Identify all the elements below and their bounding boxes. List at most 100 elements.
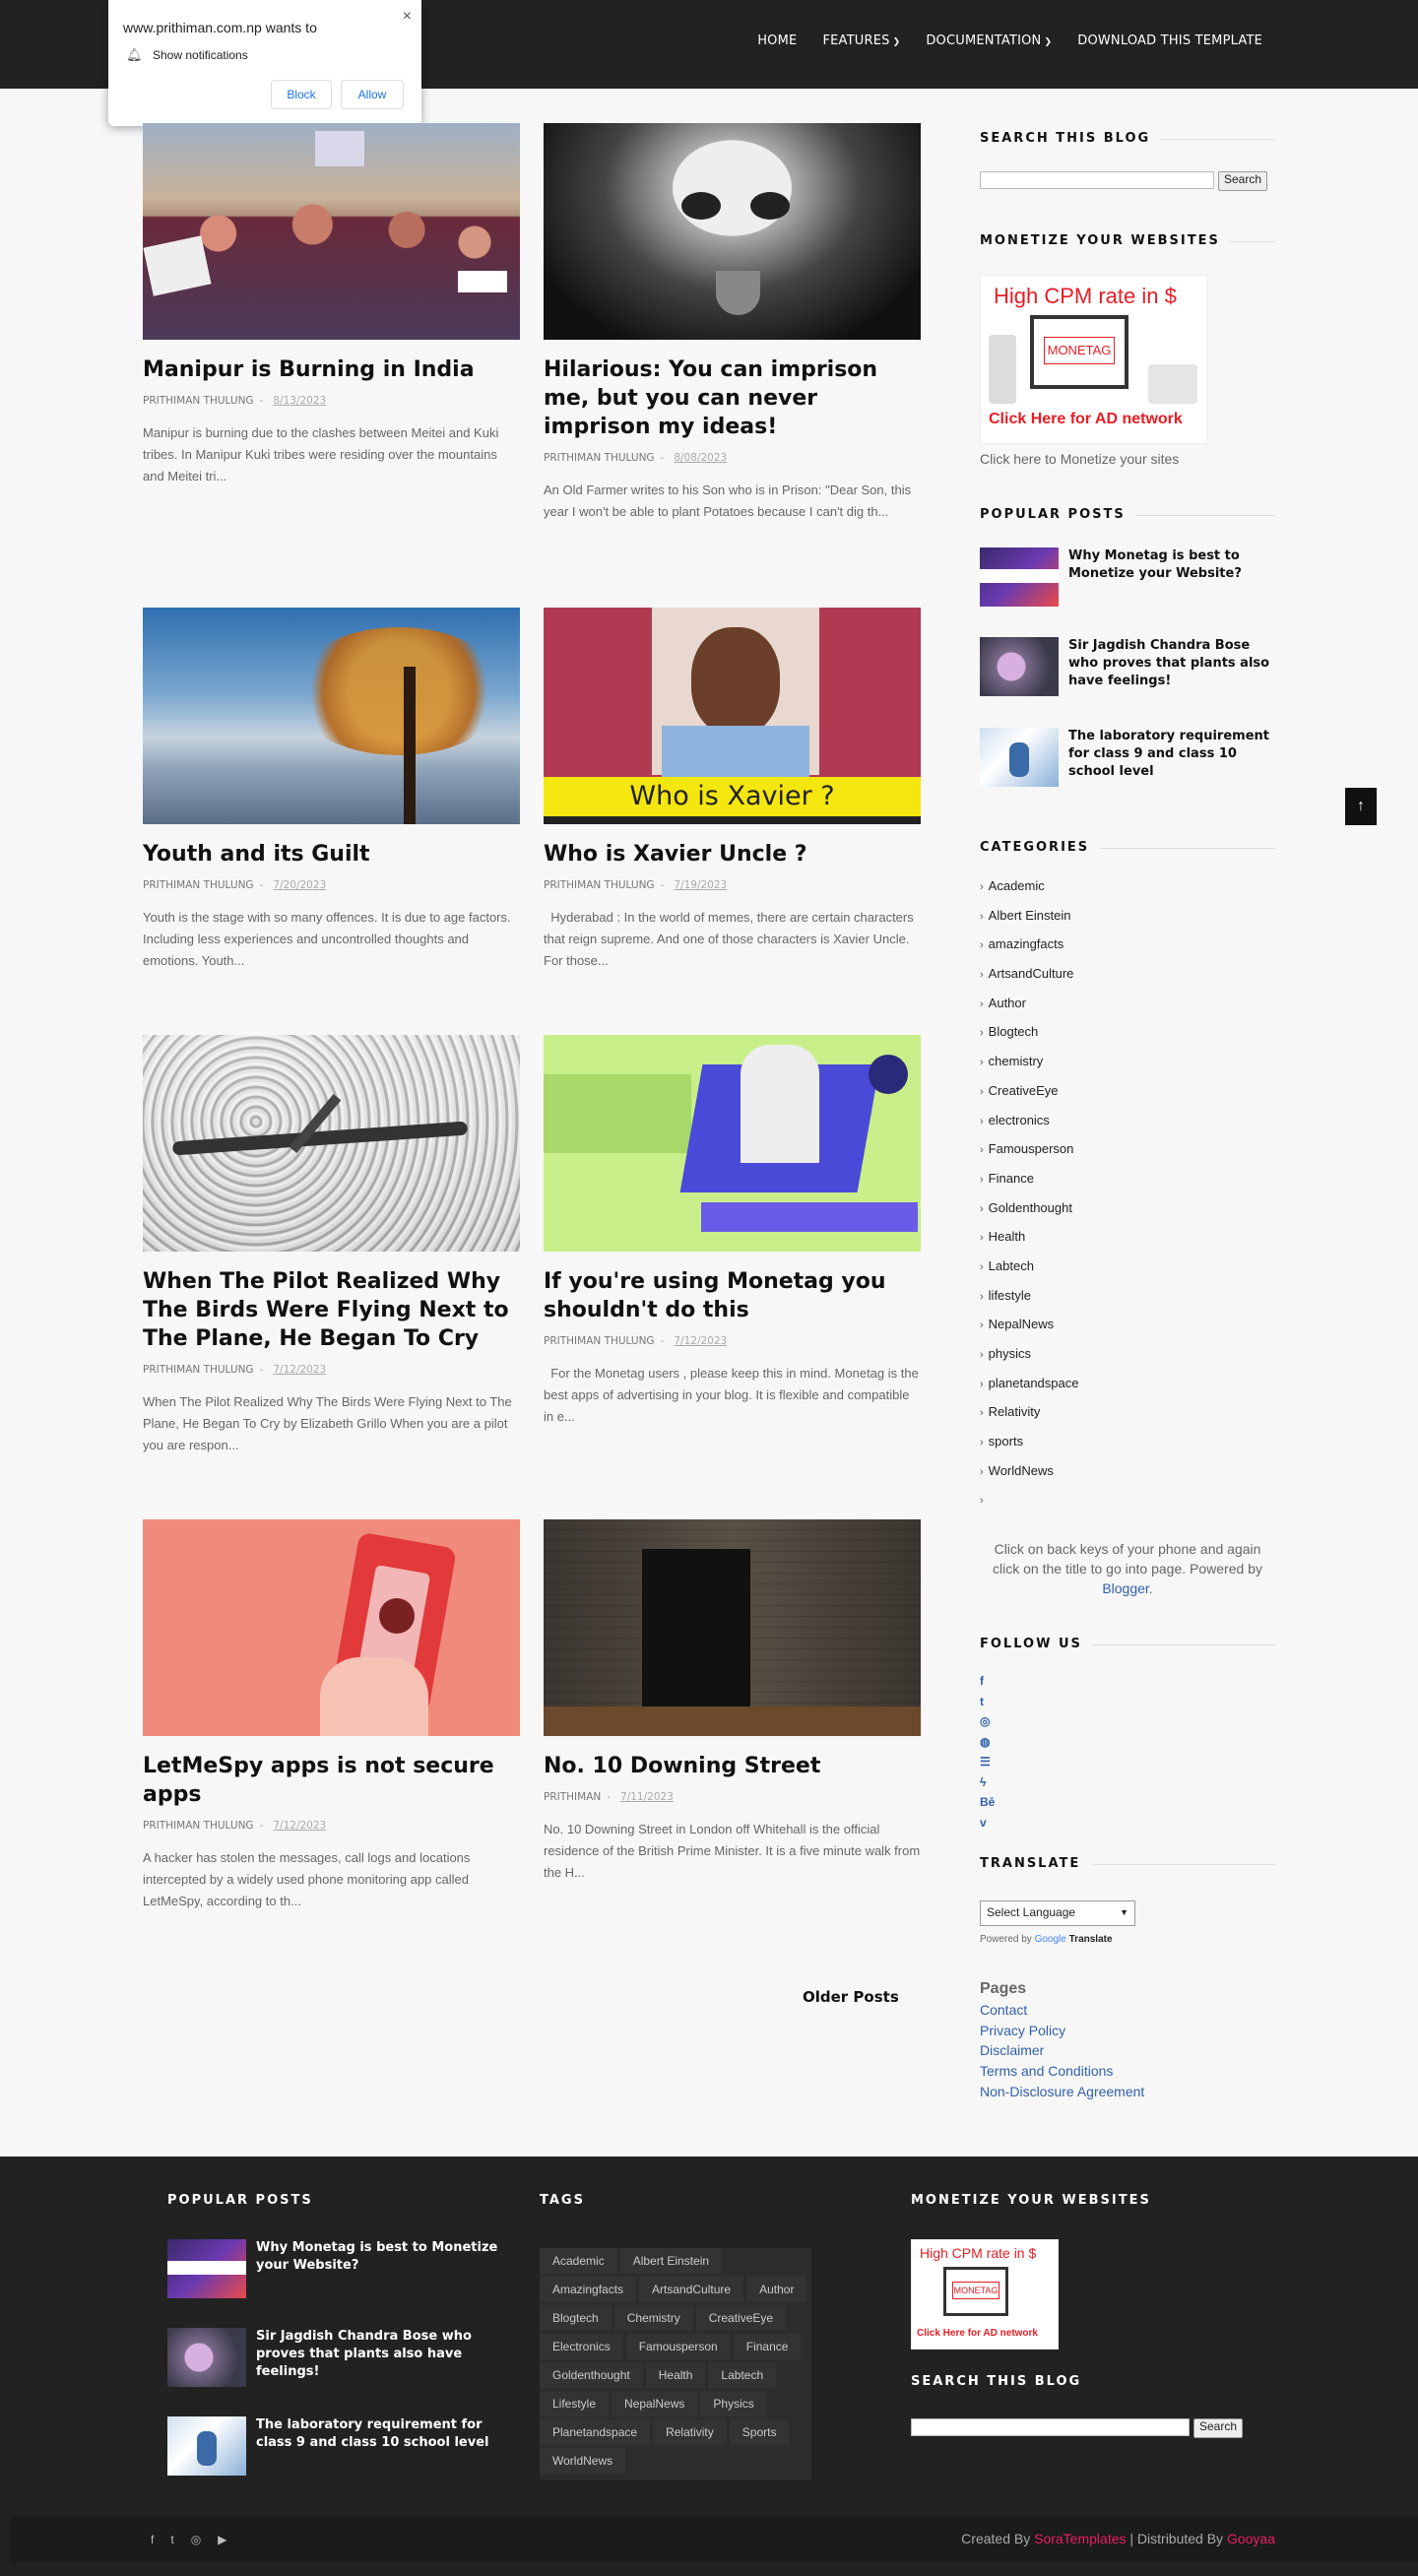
tag-link[interactable]: Labtech bbox=[708, 2362, 777, 2388]
footer-search-button[interactable]: Search bbox=[1193, 2418, 1244, 2438]
footer-popular-post-item[interactable]: Why Monetag is best to Monetize your Web… bbox=[167, 2239, 502, 2298]
post-thumbnail[interactable] bbox=[544, 1035, 921, 1252]
post-thumbnail[interactable]: Who is Xavier ? bbox=[544, 608, 921, 824]
post-thumbnail[interactable] bbox=[143, 123, 520, 340]
page-link-terms[interactable]: Terms and Conditions bbox=[980, 2061, 1144, 2082]
category-link[interactable]: › bbox=[980, 1489, 1078, 1518]
close-icon[interactable]: × bbox=[403, 8, 412, 26]
post-thumbnail[interactable] bbox=[143, 1035, 520, 1252]
footer-search-input[interactable] bbox=[911, 2418, 1190, 2436]
dribbble-icon[interactable]: ◍ bbox=[980, 1735, 995, 1756]
post-date[interactable]: 7/20/2023 bbox=[273, 879, 326, 891]
post-title[interactable]: Youth and its Guilt bbox=[143, 840, 520, 869]
older-posts-link[interactable]: Older Posts bbox=[803, 1988, 899, 2006]
post-date[interactable]: 7/11/2023 bbox=[620, 1791, 674, 1803]
category-link[interactable]: › CreativeEye bbox=[980, 1080, 1078, 1110]
post-thumbnail[interactable] bbox=[143, 1519, 520, 1736]
post-date[interactable]: 7/19/2023 bbox=[674, 879, 727, 891]
post-date[interactable]: 8/08/2023 bbox=[674, 452, 727, 464]
page-link-privacy-policy[interactable]: Privacy Policy bbox=[980, 2021, 1144, 2041]
popular-post-item[interactable]: Sir Jagdish Chandra Bose who proves that… bbox=[980, 637, 1275, 696]
category-link[interactable]: › sports bbox=[980, 1431, 1078, 1460]
behance-icon[interactable]: Bē bbox=[980, 1795, 995, 1816]
sidebar-search-input[interactable] bbox=[980, 171, 1214, 189]
nav-documentation[interactable]: DOCUMENTATION ❯ bbox=[926, 33, 1052, 48]
category-link[interactable]: › ArtsandCulture bbox=[980, 963, 1078, 993]
post-title[interactable]: When The Pilot Realized Why The Birds We… bbox=[143, 1267, 520, 1353]
category-link[interactable]: › Famousperson bbox=[980, 1138, 1078, 1168]
post-date[interactable]: 7/12/2023 bbox=[674, 1335, 727, 1347]
gooyaa-link[interactable]: Gooyaa bbox=[1227, 2531, 1275, 2546]
twitter-icon[interactable]: t bbox=[980, 1695, 995, 1715]
post-title[interactable]: If you're using Monetag you shouldn't do… bbox=[544, 1267, 921, 1324]
tag-link[interactable]: Goldenthought bbox=[540, 2362, 643, 2388]
category-link[interactable]: › planetandspace bbox=[980, 1373, 1078, 1402]
tag-link[interactable]: Author bbox=[746, 2277, 807, 2302]
post-thumbnail[interactable] bbox=[544, 123, 921, 340]
tag-link[interactable]: WorldNews bbox=[540, 2448, 626, 2474]
post-thumbnail[interactable] bbox=[544, 1519, 921, 1736]
facebook-icon[interactable]: f bbox=[151, 2533, 154, 2546]
powered-by-google-translate[interactable]: Powered by Google Translate bbox=[980, 1934, 1113, 1945]
post-thumbnail[interactable] bbox=[143, 608, 520, 824]
post-author[interactable]: PRITHIMAN THULUNG bbox=[143, 879, 254, 891]
tag-link[interactable]: Lifestyle bbox=[540, 2391, 610, 2416]
category-link[interactable]: › Blogtech bbox=[980, 1021, 1078, 1051]
instagram-icon[interactable]: ◎ bbox=[191, 2533, 201, 2546]
post-title[interactable]: No. 10 Downing Street bbox=[544, 1752, 921, 1780]
category-link[interactable]: › Labtech bbox=[980, 1256, 1078, 1285]
category-link[interactable]: › electronics bbox=[980, 1110, 1078, 1139]
tag-link[interactable]: Physics bbox=[700, 2391, 767, 2416]
popular-post-item[interactable]: The laboratory requirement for class 9 a… bbox=[980, 728, 1275, 787]
rss-icon[interactable]: ☰ bbox=[980, 1755, 995, 1775]
category-link[interactable]: › Author bbox=[980, 993, 1078, 1022]
page-link-nda[interactable]: Non-Disclosure Agreement bbox=[980, 2082, 1144, 2102]
post-date[interactable]: 7/12/2023 bbox=[273, 1364, 326, 1376]
scroll-to-top-button[interactable]: ↑ bbox=[1345, 788, 1377, 825]
vimeo-icon[interactable]: v bbox=[980, 1816, 995, 1836]
tag-link[interactable]: Health bbox=[645, 2362, 706, 2388]
category-link[interactable]: › Relativity bbox=[980, 1401, 1078, 1431]
category-link[interactable]: › physics bbox=[980, 1343, 1078, 1373]
tag-link[interactable]: Albert Einstein bbox=[619, 2248, 723, 2274]
post-title[interactable]: Manipur is Burning in India bbox=[143, 355, 520, 384]
footer-monetag-ad[interactable]: High CPM rate in $ MONETAG Click Here fo… bbox=[911, 2239, 1059, 2350]
tag-link[interactable]: Chemistry bbox=[613, 2305, 693, 2331]
tag-link[interactable]: Sports bbox=[729, 2419, 790, 2445]
page-link-contact[interactable]: Contact bbox=[980, 2000, 1144, 2021]
instagram-icon[interactable]: ◎ bbox=[980, 1714, 995, 1735]
tag-link[interactable]: Planetandspace bbox=[540, 2419, 651, 2445]
post-date[interactable]: 8/13/2023 bbox=[273, 395, 326, 407]
nav-features[interactable]: FEATURES ❯ bbox=[822, 33, 900, 48]
category-link[interactable]: › Academic bbox=[980, 875, 1078, 905]
tag-link[interactable]: Famousperson bbox=[625, 2334, 731, 2359]
category-link[interactable]: › NepalNews bbox=[980, 1314, 1078, 1343]
post-author[interactable]: PRITHIMAN THULUNG bbox=[143, 1364, 254, 1376]
nav-download-template[interactable]: DOWNLOAD THIS TEMPLATE bbox=[1077, 33, 1262, 48]
soratemplates-link[interactable]: SoraTemplates bbox=[1034, 2531, 1126, 2546]
post-date[interactable]: 7/12/2023 bbox=[273, 1820, 326, 1832]
allow-button[interactable]: Allow bbox=[341, 80, 404, 109]
facebook-icon[interactable]: f bbox=[980, 1674, 995, 1695]
post-title[interactable]: Hilarious: You can imprison me, but you … bbox=[544, 355, 921, 441]
twitter-icon[interactable]: t bbox=[170, 2533, 173, 2546]
tag-link[interactable]: Amazingfacts bbox=[540, 2277, 637, 2302]
blogger-link[interactable]: Blogger bbox=[1102, 1580, 1148, 1596]
tag-link[interactable]: Electronics bbox=[540, 2334, 623, 2359]
tag-link[interactable]: Academic bbox=[540, 2248, 617, 2274]
monetize-caption[interactable]: Click here to Monetize your sites bbox=[980, 451, 1179, 467]
block-button[interactable]: Block bbox=[271, 80, 332, 109]
tag-link[interactable]: Finance bbox=[733, 2334, 802, 2359]
tag-link[interactable]: Relativity bbox=[653, 2419, 727, 2445]
post-author[interactable]: PRITHIMAN THULUNG bbox=[544, 1335, 655, 1347]
category-link[interactable]: › amazingfacts bbox=[980, 934, 1078, 963]
category-link[interactable]: › Health bbox=[980, 1226, 1078, 1256]
post-title[interactable]: LetMeSpy apps is not secure apps bbox=[143, 1752, 520, 1809]
post-author[interactable]: PRITHIMAN THULUNG bbox=[143, 1820, 254, 1832]
post-title[interactable]: Who is Xavier Uncle ? bbox=[544, 840, 921, 869]
sidebar-search-button[interactable]: Search bbox=[1218, 171, 1268, 191]
tag-link[interactable]: Blogtech bbox=[540, 2305, 612, 2331]
category-link[interactable]: › lifestyle bbox=[980, 1285, 1078, 1315]
category-link[interactable]: › Goldenthought bbox=[980, 1197, 1078, 1227]
monetag-ad-banner[interactable]: High CPM rate in $ MONETAG Click Here fo… bbox=[980, 275, 1208, 444]
